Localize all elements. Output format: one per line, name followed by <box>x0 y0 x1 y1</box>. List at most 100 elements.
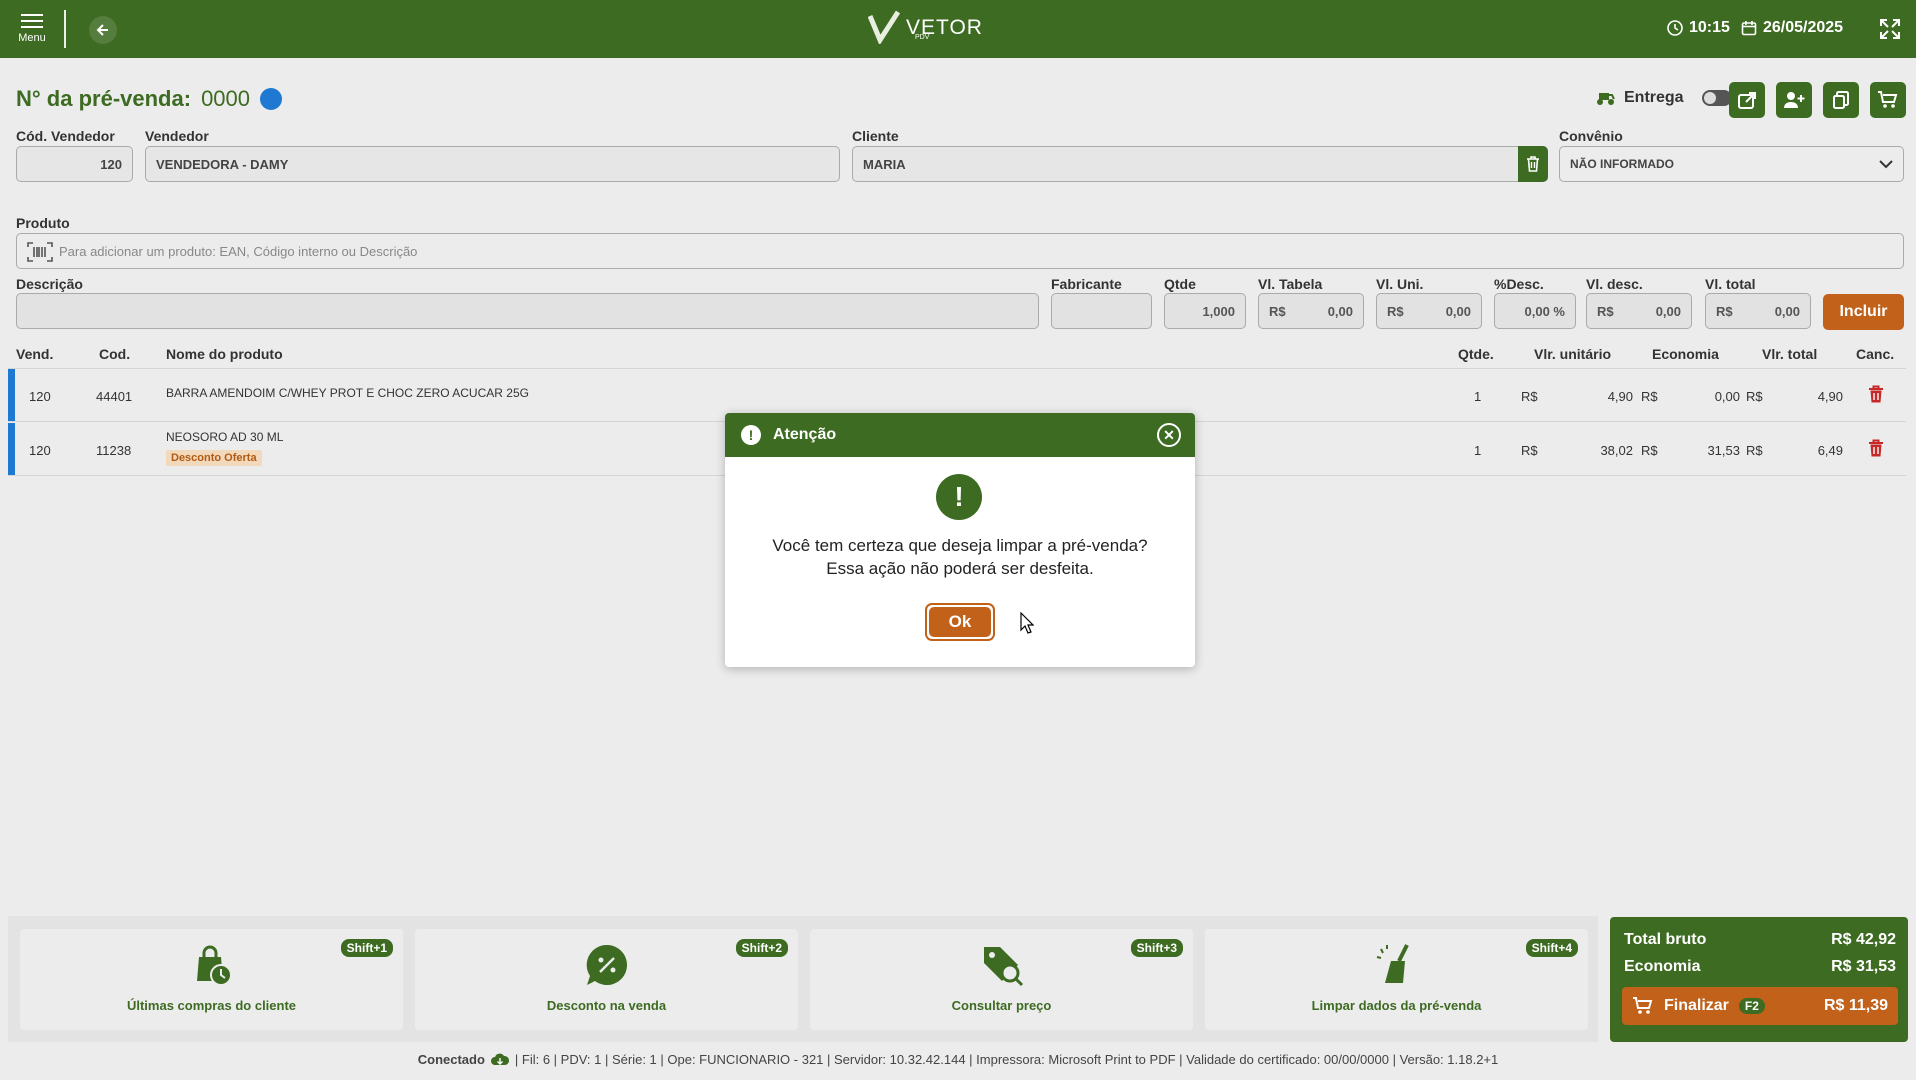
col-economia: Economia <box>1652 346 1719 362</box>
discount-badge: Desconto Oferta <box>166 450 262 466</box>
incluir-button[interactable]: Incluir <box>1823 294 1904 330</box>
dialog-title: Atenção <box>773 426 837 443</box>
delivery-icon <box>1597 93 1615 105</box>
remove-client-button[interactable] <box>1518 146 1548 182</box>
ok-button[interactable]: Ok <box>925 603 995 641</box>
status-info: | Fil: 6 | PDV: 1 | Série: 1 | Ope: FUNC… <box>514 1052 1499 1067</box>
finalizar-button[interactable]: Finalizar F2 R$ 11,39 <box>1622 987 1898 1025</box>
top-bar: Menu VETOR PDV 10:15 26/05/2025 <box>0 0 1916 58</box>
col-vlr-unitario: Vlr. unitário <box>1534 346 1612 362</box>
cart-button[interactable] <box>1870 82 1906 118</box>
cliente-field[interactable]: MARIA <box>852 146 1519 182</box>
descricao-field[interactable] <box>16 293 1039 329</box>
row-currency: R$ <box>1521 389 1538 404</box>
vl-desc-label: Vl. desc. <box>1586 276 1643 292</box>
status-dot <box>260 88 283 110</box>
row-qtde: 1 <box>1474 389 1482 404</box>
vendedor-value: VENDEDORA - DAMY <box>156 156 289 172</box>
currency: R$ <box>1716 303 1733 319</box>
qtde-field[interactable]: 1,000 <box>1164 293 1246 329</box>
price-tag-search-icon <box>983 947 1023 987</box>
ultimas-compras-button[interactable]: Shift+1 Últimas compras do cliente <box>20 929 403 1030</box>
delete-row-icon[interactable] <box>1868 385 1884 404</box>
row-nome: BARRA AMENDOIM C/WHEY PROT E CHOC ZERO A… <box>166 386 529 400</box>
menu-button[interactable]: Menu <box>14 10 50 44</box>
action-label: Consultar preço <box>951 998 1052 1013</box>
qtde-value: 1,000 <box>1202 303 1235 319</box>
row-economia: 31,53 <box>1707 443 1740 458</box>
entrega-switch[interactable] <box>1701 90 1732 106</box>
vendedor-field[interactable]: VENDEDORA - DAMY <box>145 146 840 182</box>
vl-tabela-value: 0,00 <box>1327 303 1353 319</box>
discount-icon <box>586 944 627 985</box>
row-vlr-unitario: 38,02 <box>1600 443 1633 458</box>
vetor-logo-icon <box>868 10 900 44</box>
calendar-icon <box>1741 21 1757 36</box>
add-client-button[interactable] <box>1776 82 1812 118</box>
shortcut-badge: Shift+3 <box>1130 939 1183 957</box>
col-nome: Nome do produto <box>166 346 283 362</box>
vl-tabela-field[interactable]: R$ 0,00 <box>1258 293 1364 329</box>
close-icon[interactable]: ✕ <box>1157 423 1181 447</box>
cod-vendedor-field[interactable]: 120 <box>16 146 133 182</box>
title-label: N° da pré-venda: <box>16 86 192 111</box>
vendedor-label: Vendedor <box>145 128 209 144</box>
vl-uni-field[interactable]: R$ 0,00 <box>1376 293 1482 329</box>
share-button[interactable] <box>1729 82 1765 118</box>
currency: R$ <box>1387 303 1404 319</box>
vl-uni-value: 0,00 <box>1445 303 1471 319</box>
finalizar-shortcut: F2 <box>1738 998 1765 1014</box>
delete-row-icon[interactable] <box>1868 439 1884 458</box>
economia-value: R$ 31,53 <box>1831 958 1896 975</box>
currency: R$ <box>1269 303 1286 319</box>
share-icon <box>1738 92 1756 109</box>
desconto-venda-button[interactable]: Shift+2 Desconto na venda <box>415 929 798 1030</box>
row-cod: 11238 <box>96 443 132 458</box>
page-title: N° da pré-venda: 0000 <box>16 86 283 112</box>
shortcut-badge: Shift+1 <box>340 939 393 957</box>
qtde-label: Qtde <box>1164 276 1196 292</box>
vl-tabela-label: Vl. Tabela <box>1258 276 1323 292</box>
back-button[interactable] <box>89 16 117 44</box>
menu-label: Menu <box>18 32 46 44</box>
col-vlr-total: Vlr. total <box>1762 346 1818 362</box>
entrega-toggle[interactable]: Entrega <box>1594 89 1732 107</box>
shopping-bag-clock-icon <box>196 945 232 986</box>
pct-desc-field[interactable]: 0,00 % <box>1494 293 1576 329</box>
action-label: Limpar dados da pré-venda <box>1311 998 1482 1013</box>
row-vend: 120 <box>29 443 51 458</box>
convenio-select[interactable]: NÃO INFORMADO <box>1559 146 1904 182</box>
row-qtde: 1 <box>1474 443 1482 458</box>
vl-total-field[interactable]: R$ 0,00 <box>1705 293 1811 329</box>
ok-label: Ok <box>929 607 991 637</box>
copy-button[interactable] <box>1823 82 1859 118</box>
pct-desc-label: %Desc. <box>1494 276 1544 292</box>
clock-time: 10:15 <box>1689 19 1730 36</box>
consultar-preco-button[interactable]: Shift+3 Consultar preço <box>810 929 1193 1030</box>
col-cod: Cod. <box>99 346 131 362</box>
vl-desc-field[interactable]: R$ 0,00 <box>1586 293 1692 329</box>
connection-status: Conectado <box>417 1052 485 1067</box>
row-nome: NEOSORO AD 30 ML <box>166 430 284 444</box>
row-indicator <box>8 423 15 475</box>
entrega-label: Entrega <box>1624 89 1684 106</box>
row-vlr-total: 6,49 <box>1817 443 1843 458</box>
trash-icon <box>1527 156 1539 172</box>
row-indicator <box>8 369 15 421</box>
product-search-input[interactable]: Para adicionar um produto: EAN, Código i… <box>16 233 1904 269</box>
date: 26/05/2025 <box>1741 19 1843 37</box>
status-bar: Conectado | Fil: 6 | PDV: 1 | Série: 1 |… <box>0 1052 1916 1067</box>
dialog-message: Você tem certeza que deseja limpar a pré… <box>725 534 1195 580</box>
row-vlr-unitario: 4,90 <box>1607 389 1633 404</box>
totals-panel: Total bruto R$ 42,92 Economia R$ 31,53 F… <box>1610 917 1908 1042</box>
shortcut-badge: Shift+2 <box>735 939 788 957</box>
col-canc: Canc. <box>1856 346 1895 362</box>
divider <box>64 10 66 48</box>
cloud-icon <box>490 1053 509 1065</box>
broom-icon <box>1376 944 1409 983</box>
fullscreen-button[interactable] <box>1878 17 1902 46</box>
cod-vendedor-value: 120 <box>100 156 122 172</box>
limpar-dados-button[interactable]: Shift+4 Limpar dados da pré-venda <box>1205 929 1588 1030</box>
col-vend: Vend. <box>16 346 54 362</box>
fabricante-field[interactable] <box>1051 293 1152 329</box>
